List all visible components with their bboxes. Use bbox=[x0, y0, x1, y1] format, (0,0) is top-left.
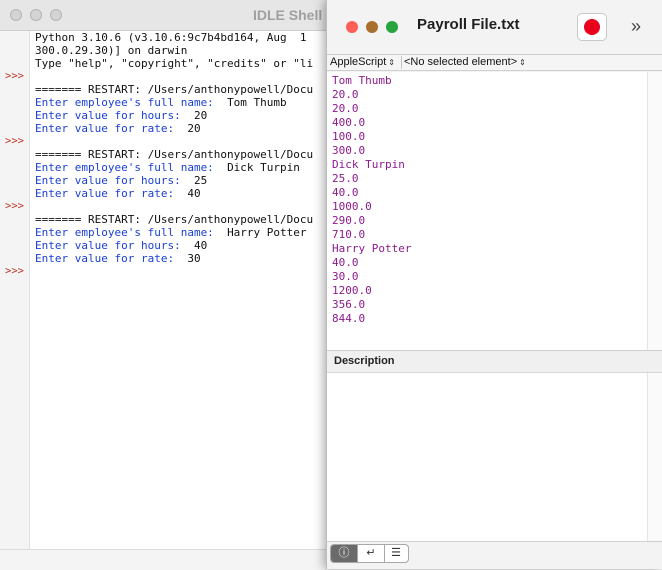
text-line: 1200.0 bbox=[332, 284, 372, 297]
text-line: 20.0 bbox=[332, 88, 359, 101]
banner-line: Python 3.10.6 (v3.10.6:9c7b4bd164, Aug 1 bbox=[35, 31, 307, 44]
shell-prompt: >>> bbox=[5, 70, 24, 82]
prompt-gutter: >>> >>> >>> >>> bbox=[0, 31, 30, 549]
text-line: 30.0 bbox=[332, 270, 359, 283]
element-label: <No selected element> bbox=[404, 56, 518, 68]
text-line: 1000.0 bbox=[332, 200, 372, 213]
editor-close-button[interactable] bbox=[346, 21, 358, 33]
idle-minimize-button[interactable] bbox=[30, 9, 42, 21]
input-line: Enter value for rate: 40 bbox=[35, 187, 201, 200]
text-line: 20.0 bbox=[332, 102, 359, 115]
name-prompt: Enter employee's full name: bbox=[35, 96, 228, 109]
restart-line: ======= RESTART: /Users/anthonypowell/Do… bbox=[35, 213, 314, 226]
text-line: 400.0 bbox=[332, 116, 366, 129]
name-value: Tom Thumb bbox=[227, 96, 287, 109]
shell-prompt: >>> bbox=[5, 135, 24, 147]
restart-line: ======= RESTART: /Users/anthonypowell/Do… bbox=[35, 83, 314, 96]
input-line: Enter employee's full name: Harry Potter bbox=[35, 226, 307, 239]
editor-bottom-bar: ⓘ ↵ ☰ bbox=[327, 541, 662, 569]
editor-vertical-scrollbar[interactable] bbox=[647, 72, 662, 350]
text-line: 40.0 bbox=[332, 256, 359, 269]
editor-toolbar: Payroll File.txt » bbox=[327, 0, 662, 54]
script-text-area[interactable]: Tom Thumb 20.0 20.0 400.0 100.0 300.0 Di… bbox=[327, 72, 647, 350]
toolbar-overflow-button[interactable]: » bbox=[631, 16, 641, 37]
description-label: Description bbox=[334, 355, 395, 367]
record-icon bbox=[584, 19, 600, 35]
idle-close-button[interactable] bbox=[10, 9, 22, 21]
navbar-divider bbox=[401, 56, 402, 69]
idle-zoom-button[interactable] bbox=[50, 9, 62, 21]
editor-zoom-button[interactable] bbox=[386, 21, 398, 33]
banner-line: 300.0.29.30)] on darwin bbox=[35, 44, 188, 57]
return-arrow-icon[interactable]: ↵ bbox=[358, 545, 384, 562]
input-line: Enter value for rate: 20 bbox=[35, 122, 201, 135]
input-line: Enter value for hours: 20 bbox=[35, 109, 207, 122]
text-line: 356.0 bbox=[332, 298, 366, 311]
input-line: Enter employee's full name: Tom Thumb bbox=[35, 96, 287, 109]
info-icon[interactable]: ⓘ bbox=[331, 545, 357, 562]
rate-value: 30 bbox=[187, 252, 201, 265]
script-editor-window: Payroll File.txt » AppleScript ⇕ <No sele… bbox=[326, 0, 662, 569]
text-line: 290.0 bbox=[332, 214, 366, 227]
hours-value: 20 bbox=[193, 109, 208, 122]
idle-window-title: IDLE Shell 3 bbox=[253, 7, 334, 23]
description-vertical-scrollbar[interactable] bbox=[647, 373, 662, 541]
updown-chevron-icon: ⇕ bbox=[388, 58, 395, 67]
updown-chevron-icon: ⇕ bbox=[519, 58, 526, 67]
editor-minimize-button[interactable] bbox=[366, 21, 378, 33]
name-prompt: Enter employee's full name: bbox=[35, 161, 228, 174]
hours-prompt: Enter value for hours: bbox=[35, 174, 194, 187]
input-line: Enter value for rate: 30 bbox=[35, 252, 201, 265]
text-line: 844.0 bbox=[332, 312, 366, 325]
text-line: 40.0 bbox=[332, 186, 359, 199]
description-header: Description bbox=[327, 351, 662, 373]
name-value: Dick Turpin bbox=[227, 161, 300, 174]
text-line: 25.0 bbox=[332, 172, 359, 185]
editor-window-title: Payroll File.txt bbox=[417, 16, 520, 33]
rate-value: 40 bbox=[187, 187, 201, 200]
rate-value: 20 bbox=[187, 122, 201, 135]
rate-prompt: Enter value for rate: bbox=[35, 122, 188, 135]
navigation-bar: AppleScript ⇕ <No selected element> ⇕ bbox=[327, 54, 662, 71]
text-line: 100.0 bbox=[332, 130, 366, 143]
text-line: Tom Thumb bbox=[332, 74, 392, 87]
rate-prompt: Enter value for rate: bbox=[35, 252, 188, 265]
input-line: Enter employee's full name: Dick Turpin bbox=[35, 161, 300, 174]
text-line: Dick Turpin bbox=[332, 158, 405, 171]
shell-prompt: >>> bbox=[5, 265, 24, 277]
hours-prompt: Enter value for hours: bbox=[35, 109, 194, 122]
description-text-area[interactable] bbox=[327, 373, 647, 541]
hours-value: 25 bbox=[193, 174, 208, 187]
text-line: 300.0 bbox=[332, 144, 366, 157]
shell-prompt: >>> bbox=[5, 200, 24, 212]
list-icon[interactable]: ☰ bbox=[384, 545, 408, 562]
text-line: 710.0 bbox=[332, 228, 366, 241]
record-button[interactable] bbox=[577, 13, 607, 41]
hours-prompt: Enter value for hours: bbox=[35, 239, 194, 252]
restart-line: ======= RESTART: /Users/anthonypowell/Do… bbox=[35, 148, 314, 161]
name-prompt: Enter employee's full name: bbox=[35, 226, 228, 239]
view-segmented-control: ⓘ ↵ ☰ bbox=[330, 544, 409, 563]
name-value: Harry Potter bbox=[227, 226, 307, 239]
input-line: Enter value for hours: 40 bbox=[35, 239, 207, 252]
input-line: Enter value for hours: 25 bbox=[35, 174, 207, 187]
banner-line: Type "help", "copyright", "credits" or "… bbox=[35, 57, 314, 70]
language-label: AppleScript bbox=[330, 56, 387, 68]
element-selector[interactable]: <No selected element> ⇕ bbox=[404, 55, 526, 70]
rate-prompt: Enter value for rate: bbox=[35, 187, 188, 200]
text-line: Harry Potter bbox=[332, 242, 412, 255]
language-selector[interactable]: AppleScript ⇕ bbox=[330, 55, 395, 70]
hours-value: 40 bbox=[193, 239, 208, 252]
